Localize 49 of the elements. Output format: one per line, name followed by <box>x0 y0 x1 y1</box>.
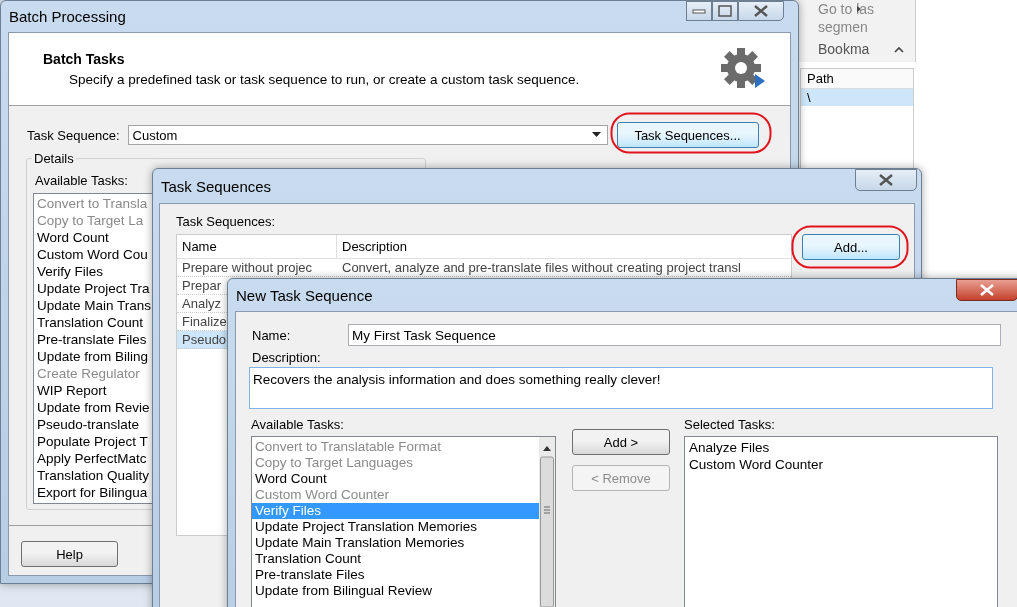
name-field[interactable]: My First Task Sequence <box>348 324 1001 346</box>
list-item[interactable]: Update Project Translation Memories <box>252 519 539 535</box>
description-field[interactable]: Recovers the analysis information and does something really clever! <box>249 367 993 409</box>
task-sequence-label: Task Sequence: <box>27 127 120 143</box>
minimize-button[interactable] <box>686 1 712 21</box>
dropdown-arrow-icon[interactable] <box>856 5 862 13</box>
ribbon-group-label: Bookma <box>818 40 870 58</box>
window-title: Batch Processing <box>9 8 126 25</box>
list-item[interactable]: Analyze Files <box>689 439 993 456</box>
gear-icon <box>720 47 766 91</box>
collapse-caret-icon[interactable] <box>894 46 904 53</box>
add-button[interactable]: Add... <box>802 234 900 260</box>
list-item[interactable]: Update Main Translation Memories <box>252 535 539 551</box>
name-label: Name: <box>252 327 292 343</box>
close-button[interactable] <box>956 279 1017 301</box>
available-tasks-label: Available Tasks: <box>35 173 128 188</box>
list-item[interactable]: Word Count <box>252 471 539 487</box>
table-row[interactable]: Prepare without projec Convert, analyze and pre-translate files without creating project transl <box>177 259 791 277</box>
task-sequences-label: Task Sequences: <box>176 214 276 229</box>
dropdown-arrow-icon <box>591 132 601 138</box>
available-tasks-label: Available Tasks: <box>251 417 345 432</box>
list-item[interactable]: Translation Count <box>252 551 539 567</box>
close-button[interactable] <box>738 1 784 21</box>
close-icon <box>752 4 770 18</box>
header-subtitle: Specify a predefined task or task sequence to run, or create a custom task sequence. <box>68 72 580 87</box>
vertical-scrollbar[interactable] <box>539 437 555 607</box>
maximize-button[interactable] <box>712 1 738 21</box>
close-icon <box>978 283 996 297</box>
selected-tasks-label: Selected Tasks: <box>684 417 776 432</box>
close-button[interactable] <box>855 169 917 191</box>
maximize-icon <box>718 5 732 17</box>
list-item[interactable]: Pre-translate Files <box>252 567 539 583</box>
column-header[interactable]: Description <box>337 235 791 258</box>
close-icon <box>877 173 895 187</box>
column-header[interactable]: Path <box>801 68 913 89</box>
column-header[interactable]: Name <box>177 235 337 258</box>
minimize-icon <box>692 8 706 14</box>
list-item[interactable]: Custom Word Counter <box>689 456 993 473</box>
add-task-button[interactable]: Add > <box>572 429 670 455</box>
task-sequence-dropdown[interactable]: Custom <box>127 125 608 145</box>
window-title: Task Sequences <box>161 177 272 195</box>
description-label: Description: <box>252 350 322 365</box>
task-sequences-button[interactable]: Task Sequences... <box>616 122 759 148</box>
header-title: Batch Tasks <box>43 51 126 67</box>
list-item[interactable]: Update from Bilingual Review <box>252 583 539 599</box>
table-row[interactable]: \ <box>801 89 913 106</box>
help-button[interactable]: Help <box>21 541 118 567</box>
group-label: Details <box>32 151 76 166</box>
window-title: New Task Sequence <box>236 286 373 304</box>
